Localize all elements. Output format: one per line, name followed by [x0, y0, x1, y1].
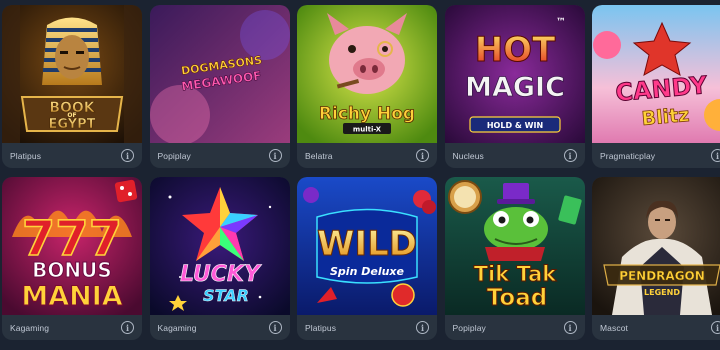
game-card-footer: Popiplay i: [445, 315, 585, 340]
game-thumbnail[interactable]: WILD Spin Deluxe: [297, 177, 437, 315]
hot-magic-art: ™ HOT MAGIC HOLD & WIN: [444, 5, 585, 143]
bonus-mania-art: 777 BONUS MANIA: [2, 177, 142, 315]
game-card-footer: Nucleus i: [445, 143, 585, 168]
game-card-pendragon-legend[interactable]: PENDRAGON LEGEND Mascot i: [592, 177, 720, 340]
provider-name: Kagaming: [157, 322, 197, 333]
info-circle-icon[interactable]: i: [711, 321, 720, 334]
game-card-candy-blitz[interactable]: CANDY Blitz Pragmaticplay i: [592, 5, 720, 168]
game-card-richy-hog[interactable]: Richy Hog multi-X Belatra i: [297, 5, 437, 168]
tik-tak-toad-art: Tik Tak Toad: [444, 177, 585, 315]
provider-name: Pragmaticplay: [600, 150, 656, 161]
game-title-line3: EGYPT: [48, 117, 95, 132]
game-title-line2: Blitz: [641, 104, 690, 130]
provider-name: Nucleus: [452, 150, 484, 161]
game-title-line1: PENDRAGON: [619, 269, 705, 283]
game-card-footer: Kagaming i: [150, 315, 290, 340]
provider-name: Popiplay: [452, 322, 486, 333]
game-card-dogmasons-megawoof[interactable]: DOGMASONS MEGAWOOF Popiplay i: [149, 5, 290, 168]
provider-name: Popiplay: [157, 150, 191, 161]
game-card-footer: Mascot i: [592, 315, 720, 340]
game-card-wild-spin-deluxe[interactable]: WILD Spin Deluxe Platipus i: [297, 177, 437, 340]
game-thumbnail[interactable]: LUCKY STAR: [149, 177, 290, 315]
game-title-line2: Spin Deluxe: [330, 265, 405, 278]
game-card-hot-magic[interactable]: ™ HOT MAGIC HOLD & WIN Nucleus i: [444, 5, 585, 168]
provider-name: Belatra: [305, 150, 333, 161]
provider-name: Platipus: [10, 150, 42, 161]
game-thumbnail[interactable]: Tik Tak Toad: [444, 177, 585, 315]
game-card-bonus-mania[interactable]: 777 BONUS MANIA Kagaming i: [2, 177, 142, 340]
info-circle-icon[interactable]: i: [563, 149, 577, 162]
info-circle-icon[interactable]: i: [268, 149, 282, 162]
info-circle-icon[interactable]: i: [121, 149, 134, 162]
provider-name: Kagaming: [10, 322, 50, 333]
games-grid: BOOK OF EGYPT Platipus i DOGMASONS MEGAW…: [2, 5, 720, 340]
game-thumbnail[interactable]: PENDRAGON LEGEND: [592, 177, 720, 315]
game-title-line2: STAR: [203, 286, 249, 305]
game-title-line1: LUCKY: [180, 262, 262, 287]
game-card-footer: Platipus i: [297, 315, 437, 340]
provider-name: Platipus: [305, 322, 337, 333]
candy-blitz-art: CANDY Blitz: [592, 5, 720, 143]
dogmasons-art: DOGMASONS MEGAWOOF: [149, 5, 290, 143]
info-circle-icon[interactable]: i: [563, 321, 577, 334]
game-thumbnail[interactable]: ™ HOT MAGIC HOLD & WIN: [444, 5, 585, 143]
game-title-line2: LEGEND: [644, 288, 680, 297]
info-circle-icon[interactable]: i: [268, 321, 282, 334]
game-title-line1: Richy Hog: [319, 104, 415, 124]
game-card-footer: Platipus i: [2, 143, 142, 168]
game-title-line1: WILD: [317, 224, 417, 264]
game-thumbnail[interactable]: DOGMASONS MEGAWOOF: [149, 5, 290, 143]
info-circle-icon[interactable]: i: [416, 321, 429, 334]
game-card-footer: Belatra i: [297, 143, 437, 168]
game-card-lucky-star[interactable]: LUCKY STAR Kagaming i: [149, 177, 290, 340]
game-title-line2: MAGIC: [465, 72, 565, 103]
game-thumbnail[interactable]: CANDY Blitz: [592, 5, 720, 143]
pendragon-legend-art: PENDRAGON LEGEND: [592, 177, 720, 315]
game-title-line2: multi-X: [353, 126, 382, 134]
game-title-line2: BONUS: [32, 258, 112, 282]
info-circle-icon[interactable]: i: [711, 149, 720, 162]
game-title-line3: MANIA: [21, 281, 122, 312]
trademark-mark: ™: [556, 17, 566, 28]
game-card-footer: Pragmaticplay i: [592, 143, 720, 168]
game-title-line3: HOLD & WIN: [486, 121, 542, 130]
game-card-footer: Popiplay i: [150, 143, 290, 168]
lucky-star-art: LUCKY STAR: [149, 177, 290, 315]
game-thumbnail[interactable]: BOOK OF EGYPT: [2, 5, 142, 143]
game-title-line1: HOT: [474, 30, 555, 70]
game-card-tik-tak-toad[interactable]: Tik Tak Toad Popiplay i: [444, 177, 585, 340]
richy-hog-art: Richy Hog multi-X: [297, 5, 437, 143]
provider-name: Mascot: [600, 322, 628, 333]
game-card-book-of-egypt[interactable]: BOOK OF EGYPT Platipus i: [2, 5, 142, 168]
game-title-line2: Toad: [486, 285, 546, 311]
game-title-line1: Tik Tak: [473, 262, 557, 286]
game-thumbnail[interactable]: Richy Hog multi-X: [297, 5, 437, 143]
info-circle-icon[interactable]: i: [416, 149, 429, 162]
game-thumbnail[interactable]: 777 BONUS MANIA: [2, 177, 142, 315]
info-circle-icon[interactable]: i: [121, 321, 134, 334]
wild-spin-deluxe-art: WILD Spin Deluxe: [297, 177, 437, 315]
book-of-egypt-art: BOOK OF EGYPT: [2, 5, 142, 143]
game-card-footer: Kagaming i: [2, 315, 142, 340]
